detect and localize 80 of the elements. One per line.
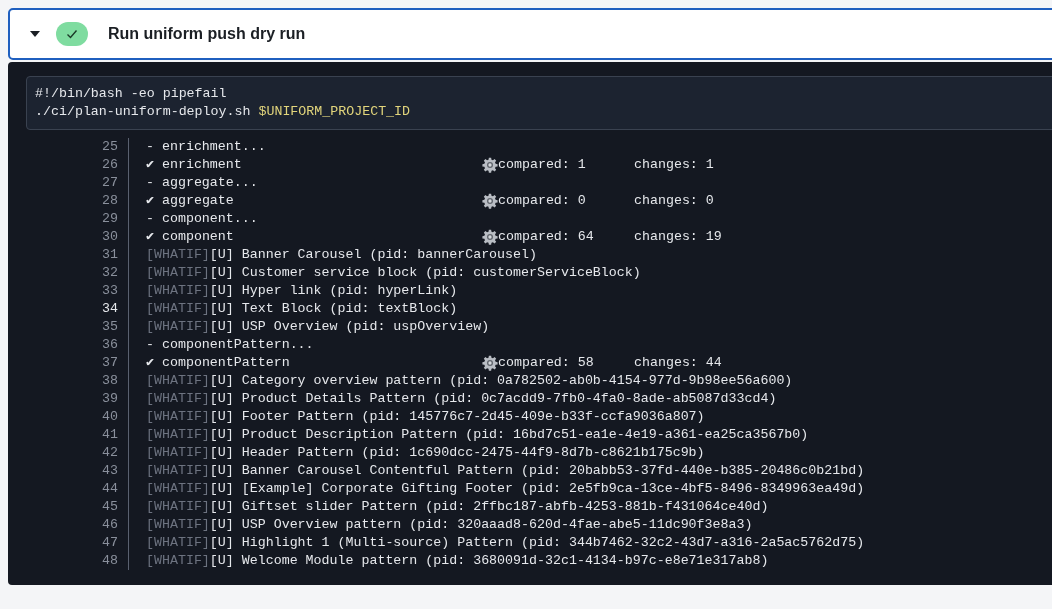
line-number: 31 bbox=[26, 246, 129, 264]
log-text: [U] Customer service block (pid: customerServiceBlock) bbox=[209, 264, 641, 282]
whatif-tag: [WHATIF] bbox=[146, 552, 210, 570]
log-text: [U] Giftset slider Pattern (pid: 2ffbc187-abfb-4253-881b-f431064ce40d) bbox=[209, 498, 769, 516]
log-text: [U] Product Description Pattern (pid: 16bd7c51-ea1e-4e19-a361-ea25ca3567b0) bbox=[209, 426, 809, 444]
line-number: 47 bbox=[26, 534, 129, 552]
line-number: 34 bbox=[26, 300, 129, 318]
line-number: 33 bbox=[26, 282, 129, 300]
log-text: [U] Text Block (pid: textBlock) bbox=[209, 300, 458, 318]
whatif-tag: [WHATIF] bbox=[146, 264, 210, 282]
line-number: 32 bbox=[26, 264, 129, 282]
log-text: [U] USP Overview (pid: uspOverview) bbox=[209, 318, 490, 336]
log-text: - enrichment... bbox=[146, 138, 266, 156]
log-text: ✔ component bbox=[146, 228, 235, 246]
whatif-tag: [WHATIF] bbox=[146, 372, 210, 390]
line-number: 26 bbox=[26, 156, 129, 174]
log-text: ✔ componentPattern bbox=[146, 354, 291, 372]
line-number: 29 bbox=[26, 210, 129, 228]
line-number: 37 bbox=[26, 354, 129, 372]
gear-icon bbox=[482, 229, 498, 245]
log-text: [U] Footer Pattern (pid: 145776c7-2d45-409e-b33f-ccfa9036a807) bbox=[209, 408, 705, 426]
compared-count: compared: 1 bbox=[498, 156, 587, 174]
changes-count: changes: 1 bbox=[634, 156, 714, 174]
whatif-tag: [WHATIF] bbox=[146, 426, 210, 444]
log-text: [U] Header Pattern (pid: 1c690dcc-2475-44f9-8d7b-c8621b175c9b) bbox=[209, 444, 705, 462]
line-number: 25 bbox=[26, 138, 129, 156]
gear-icon bbox=[482, 355, 498, 371]
line-number: 43 bbox=[26, 462, 129, 480]
whatif-tag: [WHATIF] bbox=[146, 498, 210, 516]
line-number: 45 bbox=[26, 498, 129, 516]
changes-count: changes: 44 bbox=[634, 354, 722, 372]
whatif-tag: [WHATIF] bbox=[146, 444, 210, 462]
line-number: 44 bbox=[26, 480, 129, 498]
log-text: [U] Hyper link (pid: hyperLink) bbox=[209, 282, 458, 300]
line-number: 40 bbox=[26, 408, 129, 426]
log-text: [U] Welcome Module pattern (pid: 3680091d-32c1-4134-b97c-e8e71e317ab8) bbox=[209, 552, 769, 570]
gear-icon bbox=[482, 157, 498, 173]
script-line: ./ci/plan-uniform-deploy.sh $UNIFORM_PROJECT_ID bbox=[35, 103, 412, 121]
line-number: 39 bbox=[26, 390, 129, 408]
whatif-tag: [WHATIF] bbox=[146, 300, 210, 318]
line-number: 30 bbox=[26, 228, 129, 246]
line-number: 38 bbox=[26, 372, 129, 390]
compared-count: compared: 58 bbox=[498, 354, 595, 372]
whatif-tag: [WHATIF] bbox=[146, 282, 210, 300]
log-text: ✔ enrichment bbox=[146, 156, 243, 174]
gear-icon bbox=[482, 193, 498, 209]
changes-count: changes: 19 bbox=[634, 228, 722, 246]
whatif-tag: [WHATIF] bbox=[146, 534, 210, 552]
whatif-tag: [WHATIF] bbox=[146, 390, 210, 408]
log-text: - componentPattern... bbox=[146, 336, 314, 354]
log-text: ✔ aggregate bbox=[146, 192, 235, 210]
log-text: [U] [Example] Corporate Gifting Footer (pid: 2e5fb9ca-13ce-4bf5-8496-8349963ea49d) bbox=[209, 480, 865, 498]
log-text: [U] Banner Carousel Contentful Pattern (pid: 20babb53-37fd-440e-b385-20486c0b21bd) bbox=[209, 462, 865, 480]
script-line: #!/bin/bash -eo pipefail bbox=[35, 85, 228, 103]
log-text: [U] Category overview pattern (pid: 0a782502-ab0b-4154-977d-9b98ee56a600) bbox=[209, 372, 793, 390]
line-number: 28 bbox=[26, 192, 129, 210]
whatif-tag: [WHATIF] bbox=[146, 462, 210, 480]
line-number: 27 bbox=[26, 174, 129, 192]
step-header[interactable]: Run uniform push dry run bbox=[8, 8, 1052, 60]
whatif-tag: [WHATIF] bbox=[146, 246, 210, 264]
log-text: - component... bbox=[146, 210, 258, 228]
log-text: [U] USP Overview pattern (pid: 320aaad8-620d-4fae-abe5-11dc90f3e8a3) bbox=[209, 516, 753, 534]
changes-count: changes: 0 bbox=[634, 192, 714, 210]
step-title: Run uniform push dry run bbox=[108, 25, 306, 43]
compared-count: compared: 0 bbox=[498, 192, 587, 210]
whatif-tag: [WHATIF] bbox=[146, 408, 210, 426]
log-text: [U] Highlight 1 (Multi-source) Pattern (pid: 344b7462-32c2-43d7-a316-2a5ac5762d75) bbox=[209, 534, 865, 552]
whatif-tag: [WHATIF] bbox=[146, 318, 210, 336]
whatif-tag: [WHATIF] bbox=[146, 516, 210, 534]
line-number: 35 bbox=[26, 318, 129, 336]
compared-count: compared: 64 bbox=[498, 228, 595, 246]
line-number: 46 bbox=[26, 516, 129, 534]
log-text: - aggregate... bbox=[146, 174, 258, 192]
log-text: [U] Product Details Pattern (pid: 0c7acdd9-7fb0-4fa0-8ade-ab5087d33cd4) bbox=[209, 390, 777, 408]
line-number: 42 bbox=[26, 444, 129, 462]
line-number: 48 bbox=[26, 552, 129, 570]
log-text: [U] Banner Carousel (pid: bannerCarousel) bbox=[209, 246, 537, 264]
whatif-tag: [WHATIF] bbox=[146, 480, 210, 498]
line-number: 41 bbox=[26, 426, 129, 444]
line-number: 36 bbox=[26, 336, 129, 354]
